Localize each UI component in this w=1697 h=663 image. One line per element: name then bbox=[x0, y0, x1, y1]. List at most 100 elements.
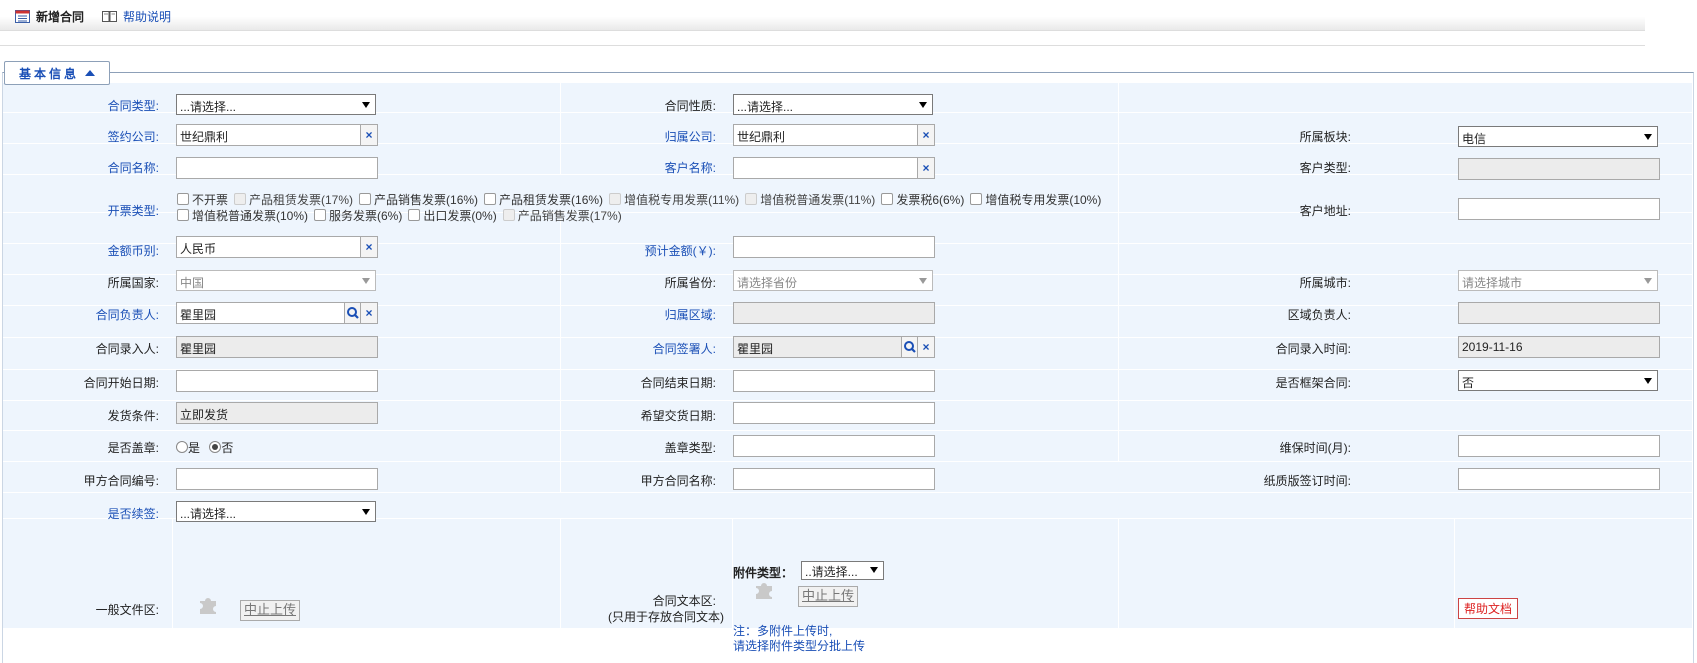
attach-type-select[interactable]: ..请选择... bbox=[801, 561, 884, 580]
invoice-option[interactable]: 产品租赁发票(17%) bbox=[234, 192, 353, 208]
clear-currency-button[interactable]: × bbox=[360, 236, 378, 258]
belong-company-input[interactable]: 世纪鼎利 bbox=[733, 124, 919, 146]
invoice-checkbox[interactable] bbox=[484, 193, 497, 205]
region-owner-label: 区域负责人: bbox=[1287, 308, 1351, 322]
customer-type-input[interactable] bbox=[1458, 158, 1660, 180]
paper-sign-time-input[interactable] bbox=[1458, 468, 1660, 490]
invoice-option[interactable]: 不开票 bbox=[177, 192, 228, 208]
invoice-option[interactable]: 增值税专用发票(10%) bbox=[970, 192, 1101, 208]
dropdown-arrow-icon bbox=[362, 102, 370, 108]
framework-select[interactable]: 否 bbox=[1458, 370, 1658, 391]
customer-name-input[interactable] bbox=[733, 157, 919, 179]
stamp-no-label: 否 bbox=[221, 441, 234, 455]
start-date-input[interactable] bbox=[176, 370, 378, 392]
currency-label: 金额币别: bbox=[107, 244, 159, 258]
clear-sign-company-button[interactable]: × bbox=[360, 124, 378, 146]
dropdown-arrow-icon bbox=[1644, 134, 1652, 140]
invoice-option[interactable]: 产品销售发票(17%) bbox=[502, 208, 622, 224]
invoice-option-label: 产品销售发票(16%) bbox=[374, 193, 479, 207]
province-label: 所属省份: bbox=[664, 276, 716, 290]
invoice-option[interactable]: 产品销售发票(16%) bbox=[359, 192, 478, 208]
contract-type-select[interactable]: ...请选择... bbox=[176, 94, 376, 115]
framework-label: 是否框架合同: bbox=[1275, 376, 1351, 390]
contract-name-input[interactable] bbox=[176, 157, 378, 179]
belong-board-select[interactable]: 电信 bbox=[1458, 126, 1658, 147]
stamp-type-input[interactable] bbox=[733, 435, 935, 457]
warranty-input[interactable] bbox=[1458, 435, 1660, 457]
invoice-checkbox[interactable] bbox=[745, 193, 758, 205]
section-toggle[interactable]: 基本信息 bbox=[4, 61, 110, 85]
entry-person-input[interactable]: 瞿里园 bbox=[176, 336, 378, 358]
clear-icon: × bbox=[922, 128, 930, 142]
invoice-checkbox[interactable] bbox=[234, 193, 247, 205]
book-icon bbox=[102, 11, 117, 22]
sign-company-input[interactable]: 世纪鼎利 bbox=[176, 124, 362, 146]
clear-belong-company-button[interactable]: × bbox=[917, 124, 935, 146]
toolbar: 新增合同 帮助说明 bbox=[0, 0, 1645, 31]
stop-upload-contract-button[interactable]: 中止上传 bbox=[798, 586, 859, 607]
stop-upload-general-button[interactable]: 中止上传 bbox=[240, 600, 301, 621]
clear-icon: × bbox=[365, 128, 373, 142]
customer-address-input[interactable] bbox=[1458, 198, 1660, 220]
invoice-checkbox[interactable] bbox=[177, 193, 189, 205]
invoice-option[interactable]: 服务发票(6%) bbox=[314, 208, 402, 224]
invoice-option[interactable]: 增值税普通发票(11%) bbox=[745, 192, 875, 208]
contract-name-label: 合同名称: bbox=[107, 161, 159, 175]
end-date-input[interactable] bbox=[733, 370, 935, 392]
contract-type-label: 合同类型: bbox=[107, 99, 159, 113]
invoice-option[interactable]: 增值税专用发票(11%) bbox=[609, 192, 739, 208]
invoice-checkbox[interactable] bbox=[359, 193, 372, 205]
help-link[interactable]: 帮助说明 bbox=[102, 8, 171, 25]
contract-nature-select[interactable]: ...请选择... bbox=[733, 94, 933, 115]
invoice-checkbox[interactable] bbox=[881, 193, 894, 205]
stamp-no-radio[interactable] bbox=[209, 441, 222, 453]
help-doc-button[interactable]: 帮助文档 bbox=[1458, 598, 1519, 619]
city-label: 所属城市: bbox=[1299, 276, 1351, 290]
province-select[interactable]: 请选择省份 bbox=[733, 270, 933, 291]
currency-input[interactable]: 人民币 bbox=[176, 236, 362, 258]
invoice-option[interactable]: 增值税普通发票(10%) bbox=[177, 208, 308, 224]
new-contract-label: 新增合同 bbox=[36, 10, 85, 24]
contract-type-value: ...请选择... bbox=[180, 100, 237, 114]
invoice-checkbox[interactable] bbox=[502, 209, 515, 221]
ship-condition-input[interactable]: 立即发货 bbox=[176, 402, 378, 424]
stamp-yes-radio[interactable] bbox=[176, 441, 188, 453]
invoice-checkbox[interactable] bbox=[408, 209, 421, 221]
help-label: 帮助说明 bbox=[123, 10, 172, 24]
delivery-date-input[interactable] bbox=[733, 402, 935, 424]
invoice-checkbox[interactable] bbox=[314, 209, 327, 221]
invoice-option[interactable]: 产品租赁发票(16%) bbox=[484, 192, 603, 208]
invoice-option[interactable]: 出口发票(0%) bbox=[408, 208, 497, 224]
invoice-checkbox[interactable] bbox=[177, 209, 189, 221]
clear-owner-button[interactable]: × bbox=[360, 302, 378, 324]
belong-region-input[interactable] bbox=[733, 302, 935, 324]
dropdown-arrow-icon bbox=[919, 102, 927, 108]
signer-input[interactable]: 瞿里园 bbox=[733, 336, 903, 358]
region-owner-input[interactable] bbox=[1458, 302, 1660, 324]
invoice-option-label: 产品销售发票(17%) bbox=[517, 209, 622, 223]
estimated-amount-input[interactable] bbox=[733, 236, 935, 258]
row-cell bbox=[173, 519, 561, 629]
new-contract-button[interactable]: 新增合同 bbox=[15, 8, 84, 25]
invoice-checkbox[interactable] bbox=[970, 193, 983, 205]
paper-sign-time-label: 纸质版签订时间: bbox=[1263, 474, 1351, 488]
section-title: 基本信息 bbox=[18, 66, 79, 81]
entry-time-input[interactable]: 2019-11-16 bbox=[1458, 336, 1660, 358]
party-a-name-input[interactable] bbox=[733, 468, 935, 490]
dropdown-arrow-icon bbox=[870, 567, 878, 573]
clear-customer-name-button[interactable]: × bbox=[917, 157, 935, 179]
puzzle-icon bbox=[756, 583, 772, 599]
city-select[interactable]: 请选择城市 bbox=[1458, 270, 1658, 291]
clear-signer-button[interactable]: × bbox=[917, 336, 935, 358]
party-a-no-input[interactable] bbox=[176, 468, 378, 490]
country-select[interactable]: 中国 bbox=[176, 270, 376, 291]
invoice-option-label: 产品租赁发票(17%) bbox=[249, 193, 354, 207]
invoice-checkbox[interactable] bbox=[609, 193, 622, 205]
country-label: 所属国家: bbox=[107, 276, 159, 290]
dropdown-arrow-icon bbox=[1644, 378, 1652, 384]
delivery-date-label: 希望交货日期: bbox=[640, 409, 716, 423]
clear-icon: × bbox=[365, 240, 373, 254]
renew-select[interactable]: ...请选择... bbox=[176, 501, 376, 522]
invoice-option[interactable]: 发票税6(6%) bbox=[881, 192, 964, 208]
contract-owner-input[interactable]: 瞿里园 bbox=[176, 302, 346, 324]
